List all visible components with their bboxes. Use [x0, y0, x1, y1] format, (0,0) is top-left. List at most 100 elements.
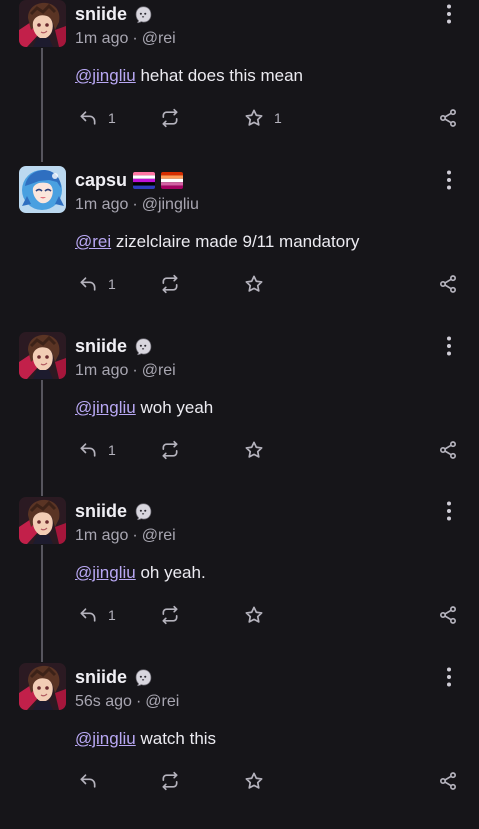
share-button[interactable] [438, 272, 458, 296]
favourite-button[interactable] [244, 769, 274, 793]
reply-button[interactable] [78, 769, 108, 793]
meta-separator: · [132, 527, 138, 544]
share-icon [438, 108, 458, 128]
author-handle[interactable]: @rei [142, 527, 176, 545]
mention-link[interactable]: @jingliu [75, 563, 136, 582]
star-icon [244, 605, 264, 625]
post: sniide 1m ago · @rei @jingliu woh yeah 1 [0, 332, 479, 498]
mention-link[interactable]: @jingliu [75, 729, 136, 748]
mention-link[interactable]: @jingliu [75, 66, 136, 85]
favourite-button[interactable] [244, 438, 274, 462]
reply-count: 1 [108, 442, 116, 458]
post-actions: 1 [0, 438, 479, 462]
boost-button[interactable] [160, 603, 180, 627]
reply-count: 1 [108, 110, 116, 126]
post-meta: 56s ago · @rei [75, 693, 179, 711]
genderfluid-flag-icon [133, 172, 156, 189]
share-button[interactable] [438, 603, 458, 627]
more-menu-icon[interactable] [437, 2, 461, 26]
author-handle[interactable]: @jingliu [142, 196, 199, 214]
ghost-badge-icon [133, 337, 154, 356]
share-icon [438, 771, 458, 791]
lesbian-flag-icon [161, 172, 184, 189]
timestamp[interactable]: 1m ago [75, 196, 128, 214]
reply-icon [78, 605, 98, 625]
boost-button[interactable] [160, 438, 180, 462]
post-actions: 1 [0, 272, 479, 296]
post-actions: 1 1 [0, 106, 479, 130]
share-button[interactable] [438, 438, 458, 462]
avatar-sniide[interactable] [19, 0, 66, 47]
boost-button[interactable] [160, 769, 180, 793]
author-name[interactable]: sniide [75, 667, 127, 688]
mention-link[interactable]: @rei [75, 232, 111, 251]
boost-button[interactable] [160, 272, 180, 296]
boost-icon [160, 771, 180, 791]
post-content: @rei zizelclaire made 9/11 mandatory [75, 232, 359, 252]
share-button[interactable] [438, 769, 458, 793]
meta-separator: · [135, 693, 142, 710]
boost-icon [160, 605, 180, 625]
post-meta: 1m ago · @rei [75, 30, 176, 48]
meta-separator: · [132, 362, 138, 379]
meta-separator: · [132, 196, 138, 213]
share-icon [438, 440, 458, 460]
avatar-capsu[interactable] [19, 166, 66, 213]
favourite-button[interactable] [244, 603, 274, 627]
favourite-button[interactable] [244, 272, 274, 296]
author-name[interactable]: capsu [75, 170, 127, 191]
timestamp[interactable]: 1m ago [75, 30, 128, 48]
author-handle[interactable]: @rei [142, 30, 176, 48]
favourite-button[interactable]: 1 [244, 106, 282, 130]
author-handle[interactable]: @rei [142, 362, 176, 380]
boost-icon [160, 274, 180, 294]
boost-icon [160, 440, 180, 460]
timestamp[interactable]: 1m ago [75, 362, 128, 380]
post-meta: 1m ago · @rei [75, 362, 176, 380]
reply-button[interactable]: 1 [78, 272, 116, 296]
star-icon [244, 274, 264, 294]
post-text: hehat does this mean [135, 66, 304, 85]
post: sniide 1m ago · @rei @jingliu hehat does… [0, 0, 479, 166]
more-menu-icon[interactable] [437, 334, 461, 358]
reply-icon [78, 108, 98, 128]
post-text: zizelclaire made 9/11 mandatory [111, 232, 360, 251]
more-menu-icon[interactable] [437, 665, 461, 689]
boost-button[interactable] [160, 106, 180, 130]
post-text: woh yeah [135, 398, 214, 417]
more-menu-icon[interactable] [437, 499, 461, 523]
author-handle[interactable]: @rei [145, 693, 179, 711]
star-icon [244, 440, 264, 460]
post-content: @jingliu oh yeah. [75, 563, 206, 583]
more-menu-icon[interactable] [437, 168, 461, 192]
share-icon [438, 274, 458, 294]
post-meta: 1m ago · @jingliu [75, 196, 199, 214]
boost-icon [160, 108, 180, 128]
post-actions [0, 769, 479, 793]
share-button[interactable] [438, 106, 458, 130]
favourite-count: 1 [274, 110, 282, 126]
post: capsu 1m ago · @jingliu @rei zizelclaire… [0, 166, 479, 332]
post-content: @jingliu woh yeah [75, 398, 213, 418]
post-content: @jingliu watch this [75, 729, 216, 749]
reply-count: 1 [108, 607, 116, 623]
avatar-sniide[interactable] [19, 332, 66, 379]
mention-link[interactable]: @jingliu [75, 398, 136, 417]
post: sniide 1m ago · @rei @jingliu oh yeah. 1 [0, 497, 479, 663]
reply-button[interactable]: 1 [78, 438, 116, 462]
post: sniide 56s ago · @rei @jingliu watch thi… [0, 663, 479, 829]
reply-count: 1 [108, 276, 116, 292]
avatar-sniide[interactable] [19, 497, 66, 544]
avatar-sniide[interactable] [19, 663, 66, 710]
post-text: watch this [135, 729, 217, 748]
ghost-badge-icon [133, 5, 154, 24]
post-meta: 1m ago · @rei [75, 527, 176, 545]
author-name[interactable]: sniide [75, 4, 127, 25]
reply-button[interactable]: 1 [78, 106, 116, 130]
timestamp[interactable]: 56s ago [75, 693, 132, 711]
author-name[interactable]: sniide [75, 501, 127, 522]
reply-icon [78, 274, 98, 294]
timestamp[interactable]: 1m ago [75, 527, 128, 545]
reply-button[interactable]: 1 [78, 603, 116, 627]
author-name[interactable]: sniide [75, 336, 127, 357]
